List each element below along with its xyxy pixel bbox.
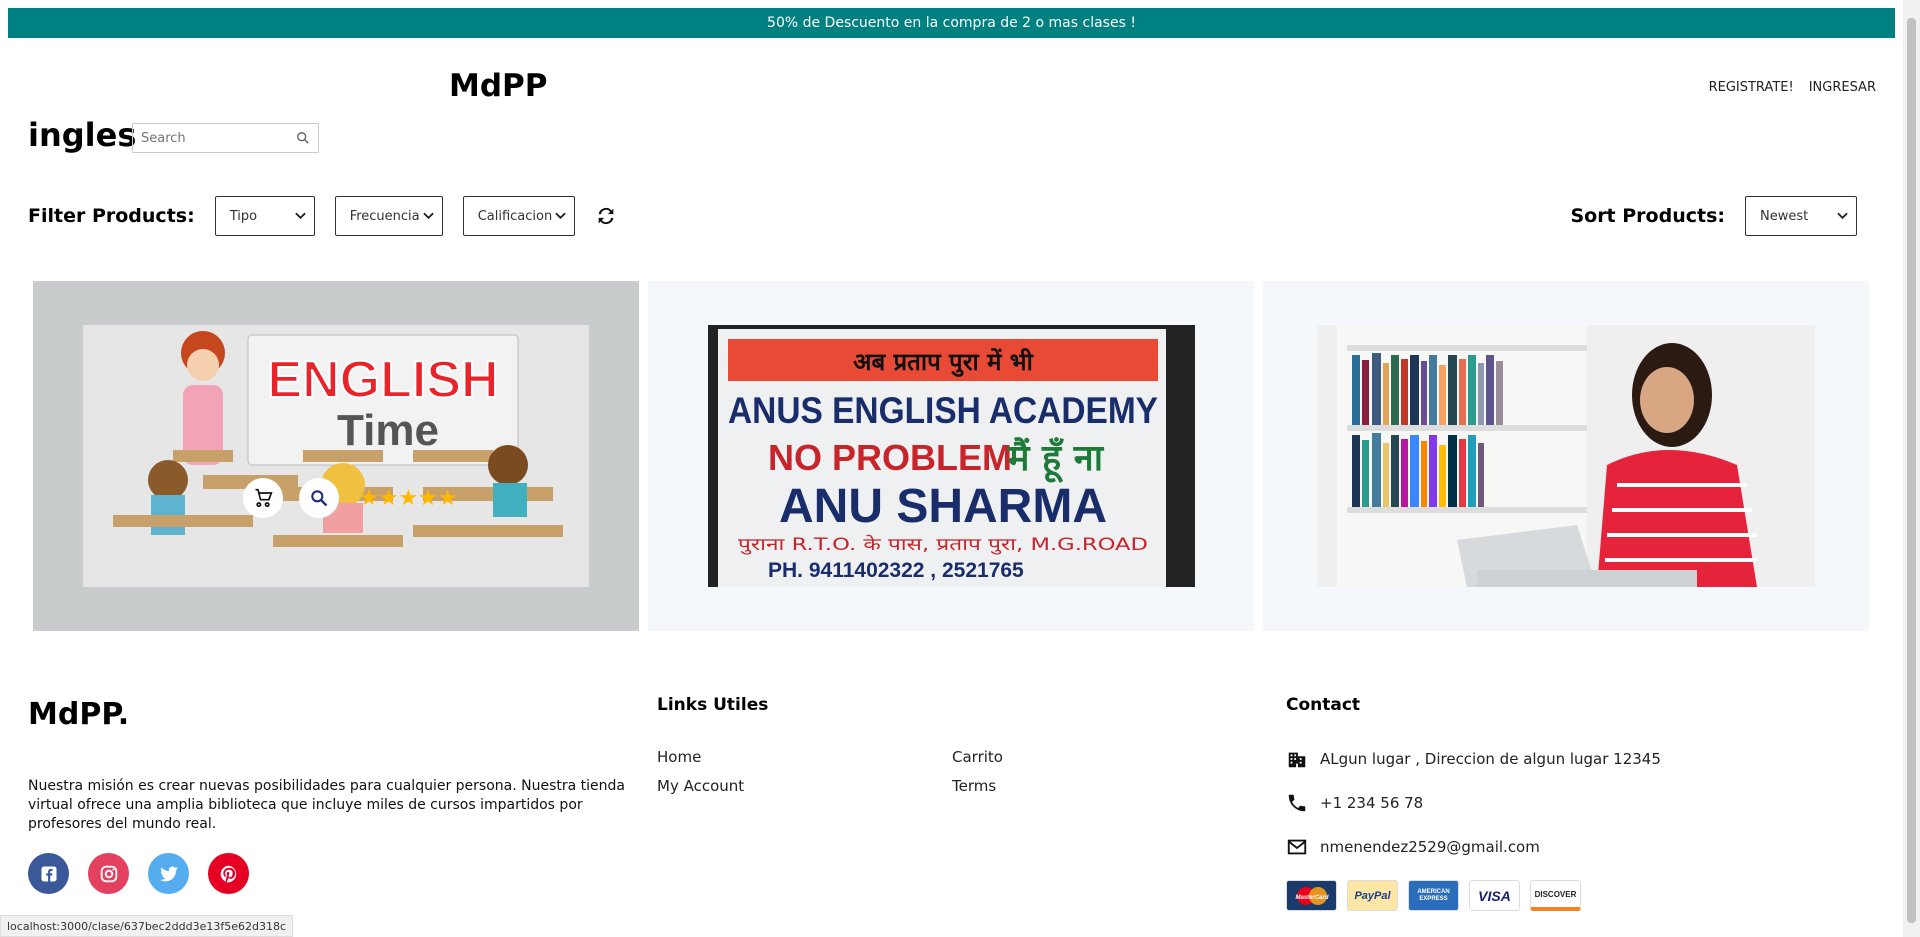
contact-phone-text: +1 234 56 78 bbox=[1320, 794, 1424, 812]
calificacion-select[interactable]: Calificacion bbox=[462, 196, 575, 236]
paypal-icon: PayPal bbox=[1347, 880, 1398, 911]
building-icon bbox=[1288, 752, 1306, 768]
reset-filters-icon[interactable] bbox=[595, 205, 617, 227]
instagram-icon bbox=[100, 865, 117, 882]
classroom-illustration: ENGLISH Time bbox=[83, 325, 589, 587]
academy-sign-photo: अब प्रताप पुरा में भी ANUS ENGLISH ACADE… bbox=[707, 325, 1195, 587]
contact-address: ALgun lugar , Direccion de algun lugar 1… bbox=[1286, 748, 1661, 770]
payment-methods: MasterCard PayPal AMERICAN EXPRESS VISA … bbox=[1286, 880, 1581, 911]
mastercard-icon: MasterCard bbox=[1286, 880, 1337, 911]
cart-icon bbox=[255, 488, 273, 508]
filter-bar: Filter Products: Tipo Frecuencia Calific… bbox=[28, 196, 617, 236]
twitter-icon bbox=[159, 866, 178, 881]
links-title: Links Utiles bbox=[657, 695, 769, 715]
student-laptop-photo bbox=[1317, 325, 1815, 587]
mission-text: Nuestra misión es crear nuevas posibilid… bbox=[28, 778, 625, 832]
filter-label: Filter Products: bbox=[28, 205, 195, 227]
login-link[interactable]: INGRESAR bbox=[1809, 80, 1876, 95]
facebook-icon bbox=[41, 866, 56, 881]
sign-line-3: ANU SHARMA bbox=[779, 480, 1107, 533]
footer-link-account[interactable]: My Account bbox=[657, 777, 744, 795]
tipo-select-value: Tipo bbox=[229, 208, 258, 224]
announcement-bar: 50% de Descuento en la compra de 2 o mas… bbox=[8, 8, 1895, 38]
add-to-cart-button[interactable] bbox=[243, 478, 283, 518]
contact-address-text: ALgun lugar , Direccion de algun lugar 1… bbox=[1320, 750, 1661, 768]
calificacion-select-value: Calificacion bbox=[477, 208, 553, 224]
sort-select-value: Newest bbox=[1760, 208, 1809, 224]
instagram-button[interactable] bbox=[88, 853, 129, 894]
amex-label: AMERICAN EXPRESS bbox=[1417, 888, 1450, 902]
english-time-image[interactable]: ENGLISH Time ★★★★★ bbox=[83, 325, 589, 587]
frecuencia-select-value: Frecuencia bbox=[349, 208, 420, 224]
student-laptop-image[interactable] bbox=[1317, 325, 1815, 587]
announcement-text: 50% de Descuento en la compra de 2 o mas… bbox=[767, 15, 1136, 31]
auth-nav: REGISTRATE! INGRESAR bbox=[1709, 80, 1876, 95]
visa-icon: VISA bbox=[1469, 880, 1520, 911]
amex-icon: AMERICAN EXPRESS bbox=[1408, 880, 1459, 911]
search-icon bbox=[311, 490, 328, 507]
chevron-down-icon bbox=[422, 212, 434, 220]
page-title: ingles bbox=[28, 116, 137, 154]
search-box[interactable] bbox=[132, 123, 319, 153]
sign-line-5: PH. 9411402322 , 2521765 bbox=[768, 559, 1024, 582]
sign-line-2b: मैं हूँ ना bbox=[1007, 437, 1105, 483]
sort-select[interactable]: Newest bbox=[1745, 196, 1857, 236]
chevron-down-icon bbox=[554, 212, 566, 220]
facebook-button[interactable] bbox=[28, 853, 69, 894]
mail-icon bbox=[1287, 839, 1307, 855]
sort-bar: Sort Products: Newest bbox=[1570, 196, 1857, 236]
sort-label: Sort Products: bbox=[1570, 205, 1725, 227]
english-academy-sign-image[interactable]: अब प्रताप पुरा में भी ANUS ENGLISH ACADE… bbox=[707, 325, 1195, 587]
rating-stars: ★★★★★ bbox=[359, 486, 458, 511]
scrollbar-thumb[interactable] bbox=[1907, 18, 1916, 923]
page-scrollbar[interactable] bbox=[1903, 0, 1920, 937]
sign-line-2a: NO PROBLEM bbox=[768, 437, 1012, 478]
sign-line-4: पुराना R.T.O. के पास, प्रताप पुरा, M.G.R… bbox=[738, 534, 1148, 555]
chevron-down-icon bbox=[1837, 212, 1848, 220]
card-title-line1: ENGLISH bbox=[267, 351, 498, 409]
pinterest-button[interactable] bbox=[208, 853, 249, 894]
footer-link-terms[interactable]: Terms bbox=[952, 777, 996, 795]
card-title-line2: Time bbox=[337, 406, 439, 455]
browser-status-url: localhost:3000/clase/637bec2ddd3e13f5e62… bbox=[0, 915, 293, 937]
phone-icon bbox=[1288, 794, 1306, 812]
chevron-down-icon bbox=[294, 212, 306, 220]
view-details-button[interactable] bbox=[299, 478, 339, 518]
pinterest-icon bbox=[220, 865, 236, 882]
contact-title: Contact bbox=[1286, 695, 1361, 715]
register-link[interactable]: REGISTRATE! bbox=[1709, 80, 1794, 95]
visa-label: VISA bbox=[1478, 887, 1511, 904]
star-icon: ★★★★★ bbox=[359, 485, 458, 511]
contact-email-text: nmenendez2529@gmail.com bbox=[1320, 838, 1540, 856]
search-input[interactable] bbox=[141, 130, 296, 146]
tipo-select[interactable]: Tipo bbox=[214, 196, 315, 236]
search-icon[interactable] bbox=[296, 131, 310, 145]
product-card[interactable] bbox=[1263, 281, 1869, 631]
sign-line-1: ANUS ENGLISH ACADEMY bbox=[728, 390, 1158, 431]
product-card[interactable]: अब प्रताप पुरा में भी ANUS ENGLISH ACADE… bbox=[648, 281, 1254, 631]
frecuencia-select[interactable]: Frecuencia bbox=[334, 196, 443, 236]
product-card[interactable]: ENGLISH Time ★★★★★ bbox=[33, 281, 639, 631]
social-links bbox=[28, 853, 249, 894]
card-actions: ★★★★★ bbox=[243, 478, 458, 518]
discover-label: DISCOVER bbox=[1534, 889, 1577, 899]
site-logo[interactable]: MdPP bbox=[449, 68, 547, 104]
twitter-button[interactable] bbox=[148, 853, 189, 894]
contact-phone: +1 234 56 78 bbox=[1286, 792, 1423, 814]
mastercard-label: MasterCard bbox=[1295, 895, 1328, 901]
sign-hindi-top: अब प्रताप पुरा में भी bbox=[853, 348, 1034, 377]
paypal-label: PayPal bbox=[1354, 889, 1391, 902]
footer-link-carrito[interactable]: Carrito bbox=[952, 748, 1003, 766]
contact-email: nmenendez2529@gmail.com bbox=[1286, 836, 1540, 858]
footer-link-home[interactable]: Home bbox=[657, 748, 701, 766]
discover-icon: DISCOVER bbox=[1530, 880, 1581, 911]
footer-logo: MdPP. bbox=[28, 697, 130, 732]
